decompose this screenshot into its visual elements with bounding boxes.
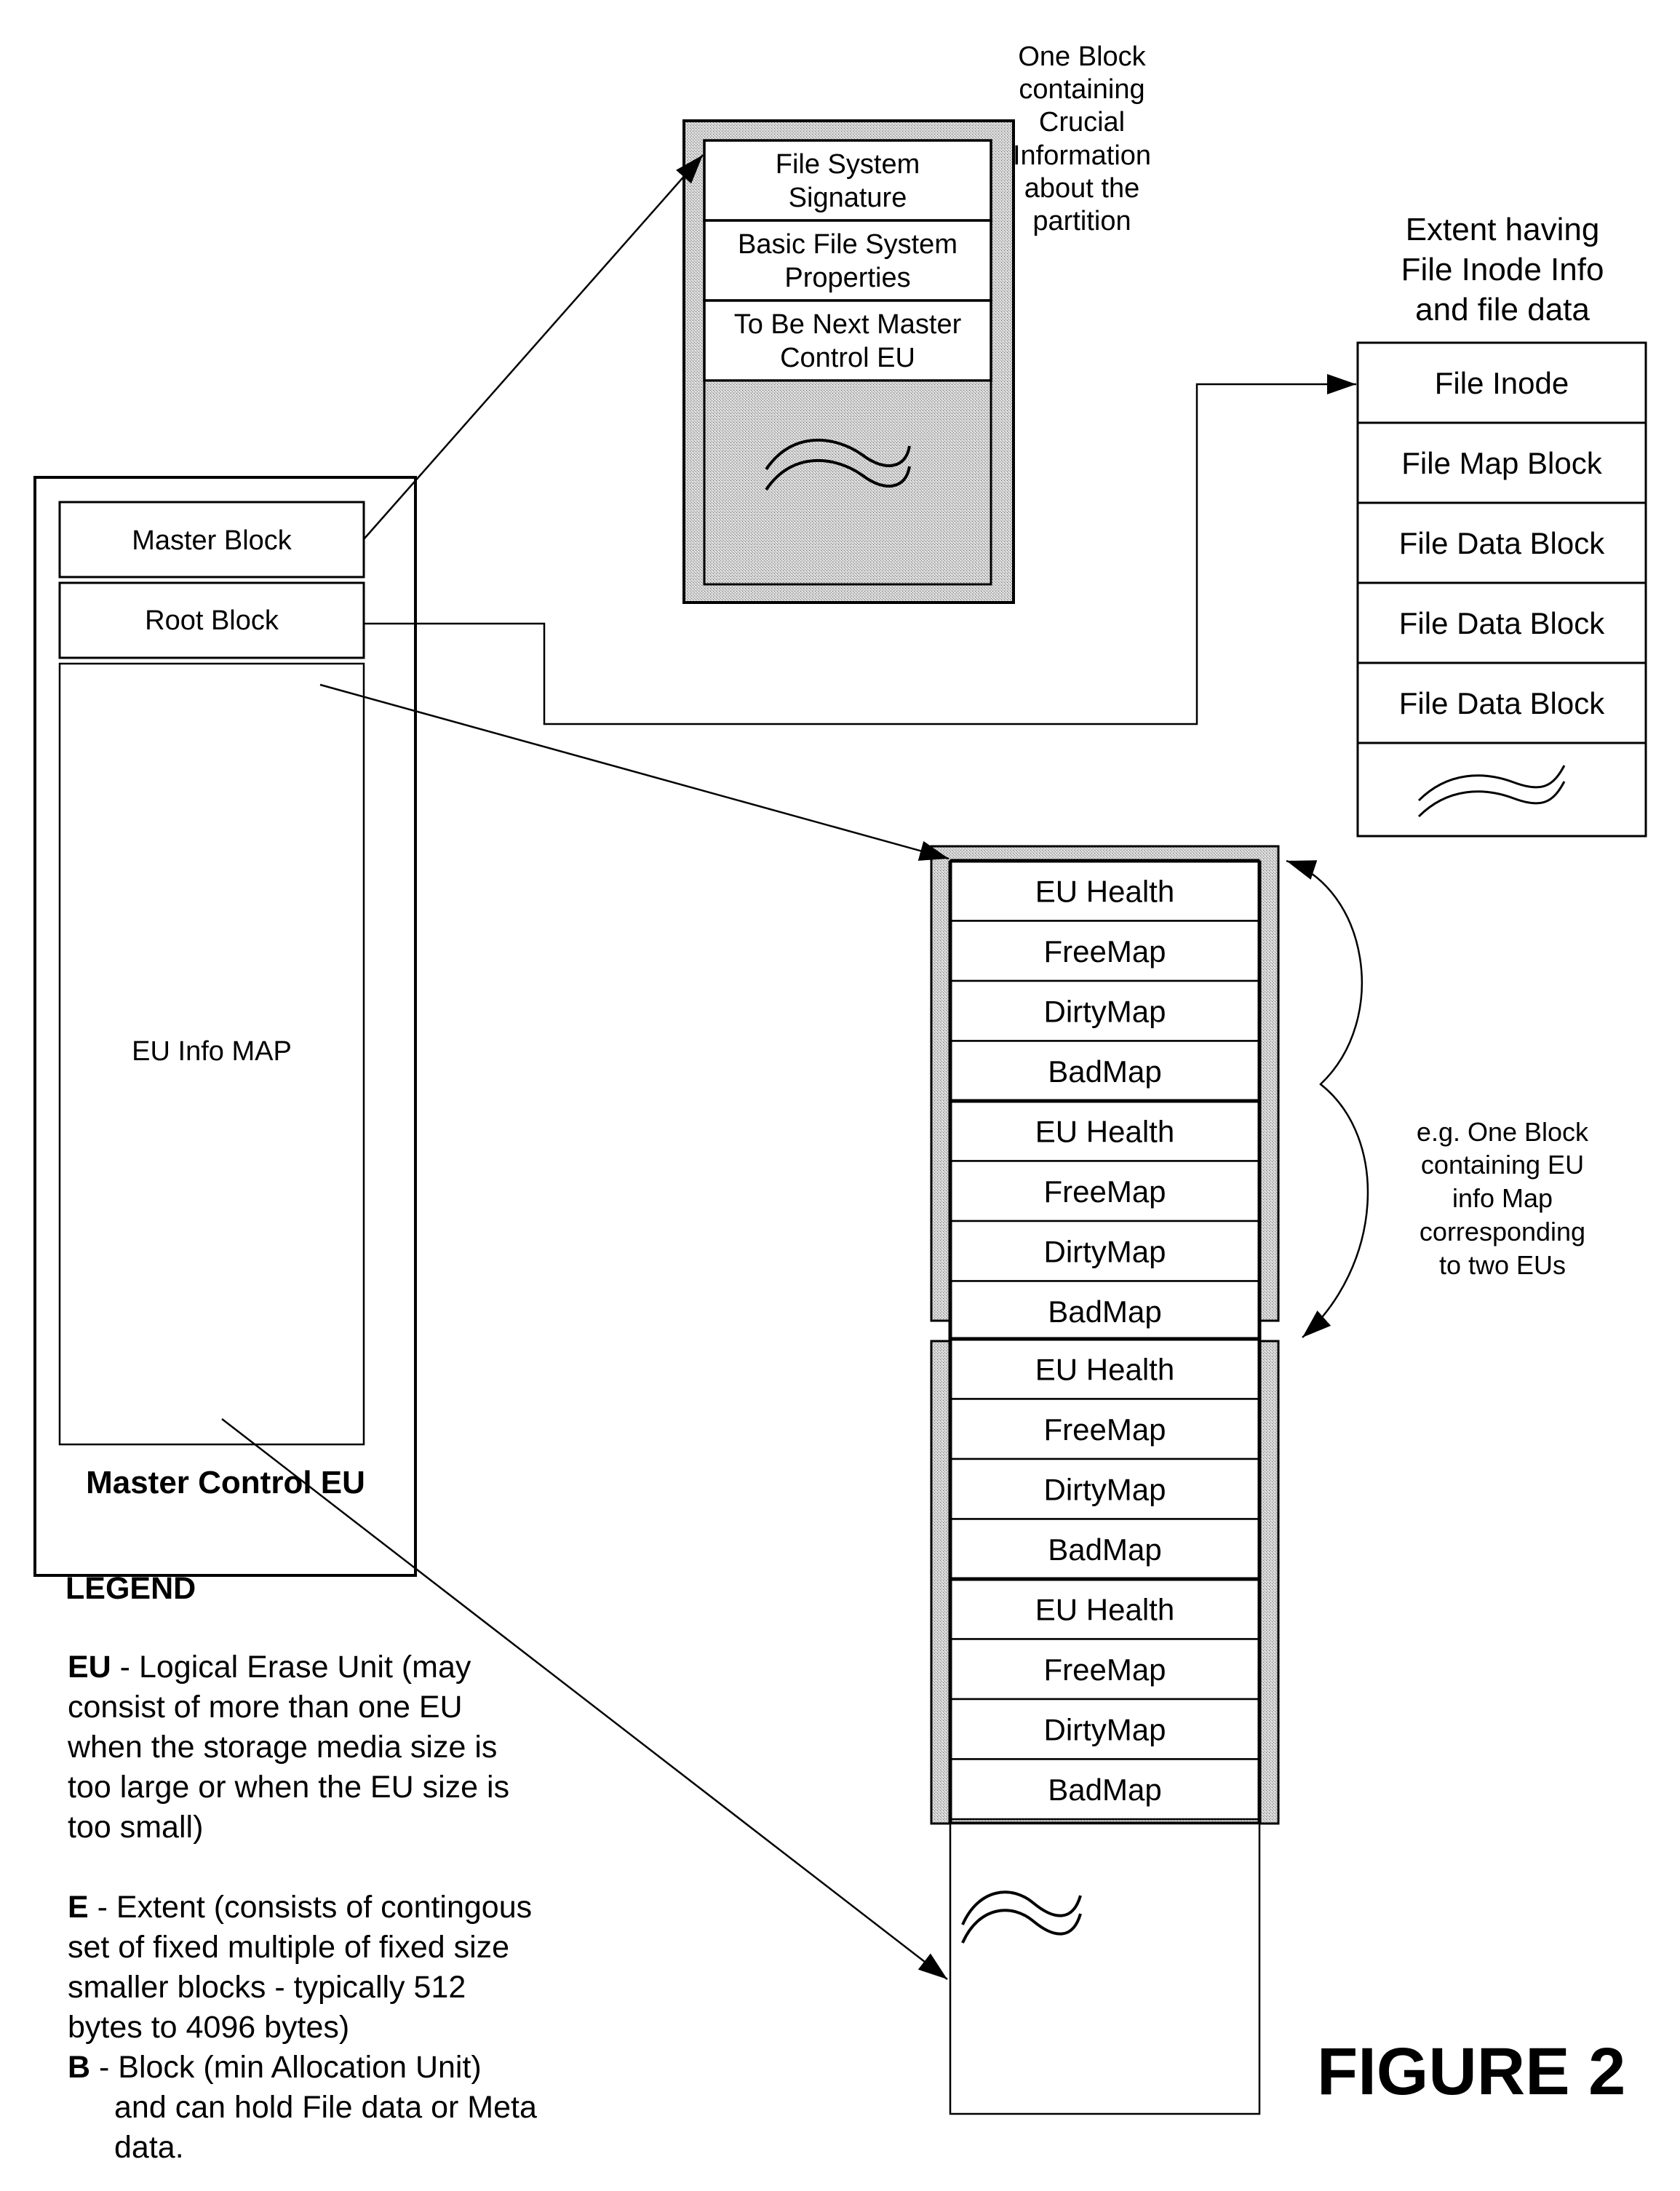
extent-row-label: File Data Block [1399,686,1605,720]
eu-info-row-label: EU Health [1035,874,1174,908]
fs-properties-line1: Basic File System [738,229,958,260]
next-master-line1: To Be Next Master [734,309,962,340]
annotation-line: about the [1024,173,1139,204]
eu-info-row-label: BadMap [1048,1532,1161,1567]
fs-signature-line2: Signature [789,183,907,213]
eu-info-row-label: FreeMap [1043,934,1166,969]
root-block-label: Root Block [145,605,279,636]
eu-info-row-label: BadMap [1048,1295,1161,1329]
annotation-line: partition [1032,206,1131,236]
legend-text: - Extent (consists of contingous [89,1890,532,1925]
annotation-line: Information [1013,140,1151,171]
master-block-detail: File System Signature Basic File System … [682,41,1151,604]
figure-2-diagram: Master Block Root Block EU Info MAP Mast… [33,41,1647,2165]
legend-text: too large or when the EU size is [68,1770,509,1805]
annotation-line: containing EU [1421,1150,1584,1180]
eu-info-continuation [949,1822,1261,2115]
master-block-annotation: One Block containing Crucial Information… [1013,41,1151,236]
annotation-line: to two EUs [1439,1250,1566,1280]
extent-title-line3: and file data [1415,292,1590,327]
annotation-line: info Map [1452,1183,1553,1213]
legend-text: bytes to 4096 bytes) [68,2010,349,2045]
eu-info-row-label: FreeMap [1043,1412,1166,1447]
legend-text: when the storage media size is [67,1730,497,1765]
eu-info-row-label: BadMap [1048,1773,1161,1807]
extent-title-line1: Extent having [1406,212,1600,247]
eu-info-annotation: e.g. One Block containing EU info Map co… [1417,1117,1589,1280]
legend-text: - Logical Erase Unit (may [111,1650,471,1685]
two-eu-brace-arrow [1286,859,1369,1338]
master-block-label: Master Block [132,525,292,556]
legend-text: smaller blocks - typically 512 [68,1970,466,2005]
legend: LEGEND EU - Logical Erase Unit (may cons… [65,1571,537,2165]
annotation-line: One Block [1018,41,1146,72]
master-control-eu: Master Block Root Block EU Info MAP Mast… [33,476,417,1577]
eu-info-row-label: FreeMap [1043,1174,1166,1209]
eu-info-row-label: DirtyMap [1043,994,1166,1028]
next-master-line2: Control EU [780,343,915,373]
master-block-arrow [363,154,704,540]
legend-entry-eu: EU - Logical Erase Unit (may [68,1650,471,1685]
fs-properties-line2: Properties [784,263,910,293]
legend-entry-e: E - Extent (consists of contingous [68,1890,532,1925]
master-control-eu-title: Master Control EU [86,1465,365,1500]
extent-row-label: File Data Block [1399,606,1605,640]
eu-info-row-label: EU Health [1035,1352,1174,1386]
legend-term: B [68,2050,90,2085]
legend-text: set of fixed multiple of fixed size [68,1930,509,1965]
extent-row-label: File Data Block [1399,526,1605,560]
extent-row-label: File Map Block [1401,446,1602,480]
eu-info-row-label: DirtyMap [1043,1472,1166,1506]
legend-term: EU [68,1650,111,1685]
eu-info-row-label: DirtyMap [1043,1234,1166,1268]
legend-text: consist of more than one EU [68,1690,463,1725]
legend-text: - Block (min Allocation Unit) [90,2050,482,2085]
legend-term: E [68,1890,89,1925]
eu-info-map-column: EU Health FreeMap DirtyMap BadMap EU Health F… [930,845,1589,2115]
eu-info-map-label: EU Info MAP [132,1036,292,1067]
extent-title-line2: File Inode Info [1401,252,1604,287]
legend-text: and can hold File data or Meta [114,2090,537,2125]
figure-label: FIGURE 2 [1317,2035,1625,2109]
eu-info-row-label: BadMap [1048,1054,1161,1089]
eu-info-row-label: EU Health [1035,1592,1174,1626]
annotation-line: e.g. One Block [1417,1117,1589,1147]
legend-title: LEGEND [65,1571,196,1606]
eu-info-row-label: EU Health [1035,1114,1174,1148]
extent: Extent having File Inode Info and file d… [1356,212,1647,838]
annotation-line: Crucial [1039,107,1125,138]
annotation-line: containing [1019,74,1144,105]
legend-text: too small) [68,1810,203,1845]
eu-info-row-label: FreeMap [1043,1653,1166,1687]
eu-info-row-label: DirtyMap [1043,1712,1166,1746]
fs-signature-line1: File System [776,149,920,180]
reserved-area [703,379,992,586]
legend-entry-b: B - Block (min Allocation Unit) [68,2050,482,2085]
legend-text: data. [114,2130,184,2165]
annotation-line: corresponding [1420,1217,1585,1246]
extent-row-label: File Inode [1435,366,1569,400]
